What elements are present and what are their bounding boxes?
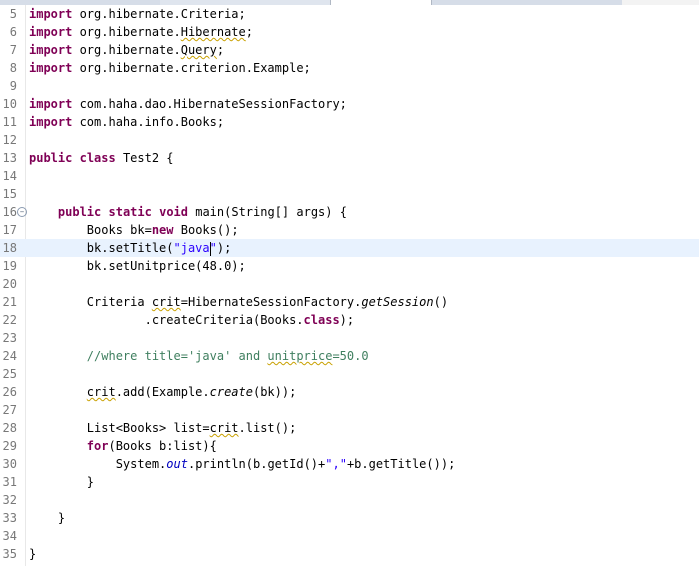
line-number: 23 [2,331,17,345]
line-number: 26 [2,385,17,399]
line-number: 8 [9,61,17,75]
line-number: 14 [2,169,17,183]
code-line[interactable]: 28 List<Books> list=crit.list(); [0,419,699,437]
code-line[interactable]: 31 } [0,473,699,491]
line-number: 7 [9,43,17,57]
line-number: 19 [2,259,17,273]
line-number: 6 [9,25,17,39]
code-text: } [29,547,37,561]
line-number: 5 [9,7,17,21]
code-line[interactable]: 13 public class Test2 { [0,149,699,167]
code-line[interactable]: 5 import org.hibernate.Criteria; [0,5,699,23]
line-number: 33 [2,511,17,525]
code-line[interactable]: 9 [0,77,699,95]
code-text: import org.hibernate.Hibernate; [29,25,253,39]
line-number: 11 [2,115,17,129]
code-line[interactable]: 11 import com.haha.info.Books; [0,113,699,131]
code-text: for(Books b:list){ [86,439,217,453]
collapse-minus-icon[interactable]: − [17,207,27,217]
line-number: 34 [2,529,17,543]
code-line[interactable]: 6 import org.hibernate.Hibernate; [0,23,699,41]
code-text: public static void main(String[] args) { [57,205,347,219]
line-number: 29 [2,439,17,453]
line-number: 9 [9,79,17,93]
code-line[interactable]: 25 [0,365,699,383]
line-number: 25 [2,367,17,381]
line-number: 13 [2,151,17,165]
code-line[interactable]: 24 //where title='java' and unitprice=50… [0,347,699,365]
code-line[interactable]: 17 Books bk=new Books(); [0,221,699,239]
code-line[interactable]: 19 bk.setUnitprice(48.0); [0,257,699,275]
code-line[interactable]: 27 [0,401,699,419]
line-number: 32 [2,493,17,507]
code-line[interactable]: 23 [0,329,699,347]
line-number: 31 [2,475,17,489]
line-number: 22 [2,313,17,327]
line-number: 24 [2,349,17,363]
code-line[interactable]: 8 import org.hibernate.criterion.Example; [0,59,699,77]
code-line[interactable]: 26 crit.add(Example.create(bk)); [0,383,699,401]
code-line[interactable]: 35} [0,545,699,563]
code-text: import com.haha.dao.HibernateSessionFact… [29,97,347,111]
code-line[interactable]: 20 [0,275,699,293]
line-number: 27 [2,403,17,417]
code-line[interactable]: 21 Criteria crit=HibernateSessionFactory… [0,293,699,311]
code-text: Books bk=new Books(); [29,223,239,237]
code-text: import com.haha.info.Books; [29,115,225,129]
code-text: bk.setTitle("java"); [29,241,232,256]
line-number: 17 [2,223,17,237]
line-number: 21 [2,295,17,309]
line-number: 10 [2,97,17,111]
code-text: } [29,475,95,489]
line-number: 12 [2,133,17,147]
code-line[interactable]: 33 } [0,509,699,527]
line-number: 18 [2,241,17,255]
line-number: 20 [2,277,17,291]
code-line[interactable]: 34 [0,527,699,545]
code-text: bk.setUnitprice(48.0); [29,259,246,273]
code-text: public class Test2 { [29,151,174,165]
code-text: import org.hibernate.Criteria; [29,7,246,21]
code-line[interactable]: 22 .createCriteria(Books.class); [0,311,699,329]
code-line[interactable]: 14 [0,167,699,185]
text-caret [209,241,211,256]
code-text: List<Books> list=crit.list(); [29,421,297,435]
code-text: import org.hibernate.criterion.Example; [29,61,311,75]
code-text: Criteria crit=HibernateSessionFactory.ge… [29,295,449,309]
code-text: .createCriteria(Books.class); [29,313,355,327]
code-text: } [29,511,66,525]
code-text: //where title='java' and unitprice=50.0 [86,349,369,363]
code-text: import org.hibernate.Query; [29,43,225,57]
line-number: 16 [2,205,17,219]
line-number: 15 [2,187,17,201]
code-line[interactable]: 15 [0,185,699,203]
code-line[interactable]: 29 for(Books b:list){ [0,437,699,455]
code-line[interactable]: 32 [0,491,699,509]
code-line[interactable]: 16− public static void main(String[] arg… [0,203,699,221]
code-text: crit.add(Example.create(bk)); [86,385,297,399]
line-number: 28 [2,421,17,435]
line-number: 35 [2,547,17,561]
code-line[interactable]: 10 import com.haha.dao.HibernateSessionFa… [0,95,699,113]
code-text: System.out.println(b.getId()+","+b.getTi… [29,457,456,471]
code-line[interactable]: 18 bk.setTitle("java"); [0,239,699,257]
code-editor[interactable]: 5 import org.hibernate.Criteria; 6 import o… [0,5,699,566]
code-line[interactable]: 12 [0,131,699,149]
code-line[interactable]: 30 System.out.println(b.getId()+","+b.ge… [0,455,699,473]
line-number: 30 [2,457,17,471]
code-line[interactable]: 7 import org.hibernate.Query; [0,41,699,59]
